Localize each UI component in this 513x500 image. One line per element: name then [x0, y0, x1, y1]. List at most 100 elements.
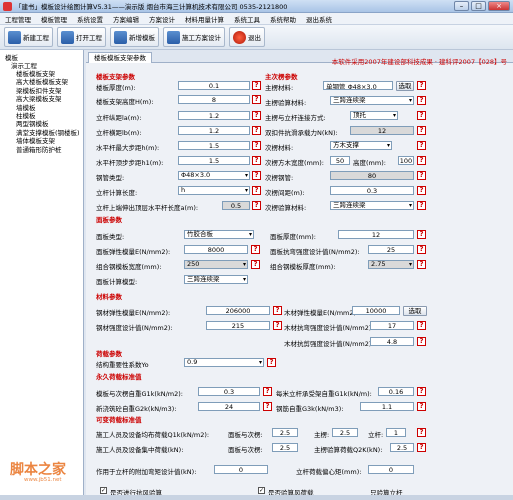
- tree-item[interactable]: 高大楼板模板支架: [2, 78, 81, 86]
- help-icon[interactable]: ?: [417, 111, 426, 120]
- minimize-button[interactable]: –: [454, 1, 469, 11]
- wind-moment-input[interactable]: [214, 465, 268, 474]
- q1-main-input[interactable]: [332, 428, 358, 437]
- help-icon[interactable]: ?: [417, 387, 426, 396]
- spacing-input[interactable]: [330, 186, 414, 195]
- combo-thickness-select[interactable]: 2.75: [368, 260, 414, 269]
- help-icon[interactable]: ?: [417, 96, 426, 105]
- ecc-input[interactable]: [368, 465, 414, 474]
- help-icon[interactable]: ?: [252, 111, 261, 120]
- steel-f-input[interactable]: [206, 321, 270, 330]
- steel-e-input[interactable]: [206, 306, 270, 315]
- new-project-button[interactable]: 新建工程: [4, 27, 53, 47]
- q1-pole-input[interactable]: [386, 428, 406, 437]
- help-icon[interactable]: ?: [417, 126, 426, 135]
- tree-item[interactable]: 梁模板扣件支架: [2, 87, 81, 95]
- lb-input[interactable]: [178, 126, 250, 135]
- project-tree[interactable]: 模板 演示工程 楼板模板支架 高大楼板模板支架 梁模板扣件支架 高大梁模板支架 …: [0, 50, 84, 495]
- help-icon[interactable]: ?: [417, 156, 426, 165]
- help-icon[interactable]: ?: [267, 358, 276, 367]
- la-input[interactable]: [178, 111, 250, 120]
- close-button[interactable]: ×: [488, 1, 510, 11]
- conn-select[interactable]: 顶托: [350, 111, 398, 120]
- secondary-pipe-input[interactable]: [330, 171, 414, 180]
- combo-width-select[interactable]: 250: [184, 260, 248, 269]
- q1-panel-input[interactable]: [272, 428, 298, 437]
- wood-v-input[interactable]: [370, 337, 414, 346]
- help-icon[interactable]: ?: [251, 260, 260, 269]
- help-icon[interactable]: ?: [252, 126, 261, 135]
- help-icon[interactable]: ?: [417, 171, 426, 180]
- help-icon[interactable]: ?: [251, 245, 260, 254]
- tree-project[interactable]: 演示工程: [2, 62, 81, 70]
- height-input[interactable]: [178, 95, 250, 104]
- menu-template[interactable]: 模板管理: [36, 14, 72, 24]
- help-icon[interactable]: ?: [417, 81, 426, 90]
- pick-wood-button[interactable]: 选取: [403, 306, 427, 316]
- help-icon[interactable]: ?: [417, 260, 426, 269]
- tab-support-params[interactable]: 楼板模板支架参数: [88, 52, 152, 63]
- help-icon[interactable]: ?: [252, 81, 261, 90]
- secondary-calc-select[interactable]: 三跨连续梁: [330, 201, 414, 210]
- help-icon[interactable]: ?: [417, 428, 426, 437]
- step-end-input[interactable]: [178, 156, 250, 165]
- help-icon[interactable]: ?: [417, 337, 426, 346]
- main-material-input[interactable]: [323, 81, 393, 90]
- pipe-select[interactable]: Φ48×3.0: [178, 171, 250, 180]
- add-template-button[interactable]: 新增模板: [110, 27, 159, 47]
- help-icon[interactable]: ?: [252, 156, 261, 165]
- width-input[interactable]: [330, 156, 350, 165]
- wood-e-input[interactable]: [352, 306, 400, 315]
- help-icon[interactable]: ?: [252, 201, 261, 210]
- menu-settings[interactable]: 系统设置: [72, 14, 108, 24]
- wind-load-checkbox[interactable]: ✓: [258, 487, 265, 494]
- pick-main-button[interactable]: 选取: [396, 81, 414, 91]
- open-project-button[interactable]: 打开工程: [57, 27, 106, 47]
- tree-item[interactable]: 两型钢模板: [2, 120, 81, 128]
- menu-tools[interactable]: 系统工具: [229, 14, 265, 24]
- secondary-material-select[interactable]: 方木支撑: [330, 141, 392, 150]
- panel-f-input[interactable]: [368, 245, 414, 254]
- menu-edit[interactable]: 方案编辑: [108, 14, 144, 24]
- help-icon[interactable]: ?: [273, 306, 282, 315]
- help-icon[interactable]: ?: [417, 230, 426, 239]
- tree-item[interactable]: 墙体模板支架: [2, 137, 81, 145]
- help-icon[interactable]: ?: [417, 141, 426, 150]
- help-icon[interactable]: ?: [417, 321, 426, 330]
- panel-calc-select[interactable]: 三跨连续梁: [184, 275, 248, 284]
- calc-length-select[interactable]: h: [178, 186, 250, 195]
- wind-check-checkbox[interactable]: ✓: [100, 487, 107, 494]
- capacity-input[interactable]: [350, 126, 414, 135]
- help-icon[interactable]: ?: [417, 245, 426, 254]
- panel-type-select[interactable]: 竹胶合板: [184, 230, 254, 239]
- main-layout-select[interactable]: 三跨连续梁: [330, 96, 414, 105]
- q2-main-input[interactable]: [390, 443, 414, 452]
- help-icon[interactable]: ?: [263, 402, 272, 411]
- help-icon[interactable]: ?: [252, 186, 261, 195]
- help-icon[interactable]: ?: [263, 387, 272, 396]
- factor-select[interactable]: 0.9: [184, 358, 264, 367]
- tree-item[interactable]: 墙模板: [2, 104, 81, 112]
- help-icon[interactable]: ?: [252, 141, 261, 150]
- design-plan-button[interactable]: 施工方案设计: [163, 27, 225, 47]
- g1-input[interactable]: [198, 387, 260, 396]
- menu-material[interactable]: 材料用量计算: [180, 14, 229, 24]
- tree-item[interactable]: 普通箱形防护桩: [2, 146, 81, 154]
- menu-help[interactable]: 系统帮助: [265, 14, 301, 24]
- tree-item[interactable]: 满堂支撑模板(钢楼板): [2, 129, 81, 137]
- g1b-input[interactable]: [378, 387, 414, 396]
- help-icon[interactable]: ?: [417, 201, 426, 210]
- help-icon[interactable]: ?: [252, 95, 261, 104]
- help-icon[interactable]: ?: [417, 443, 426, 452]
- g3-input[interactable]: [360, 402, 414, 411]
- g2-input[interactable]: [198, 402, 260, 411]
- menu-project[interactable]: 工程管理: [0, 14, 36, 24]
- panel-e-input[interactable]: [184, 245, 248, 254]
- menu-exit[interactable]: 退出系统: [301, 14, 337, 24]
- help-icon[interactable]: ?: [417, 186, 426, 195]
- step-input[interactable]: [178, 141, 250, 150]
- tree-item[interactable]: 高大梁模板支架: [2, 95, 81, 103]
- maximize-button[interactable]: □: [471, 1, 486, 11]
- wood-f-input[interactable]: [370, 321, 414, 330]
- height-input[interactable]: [398, 156, 414, 165]
